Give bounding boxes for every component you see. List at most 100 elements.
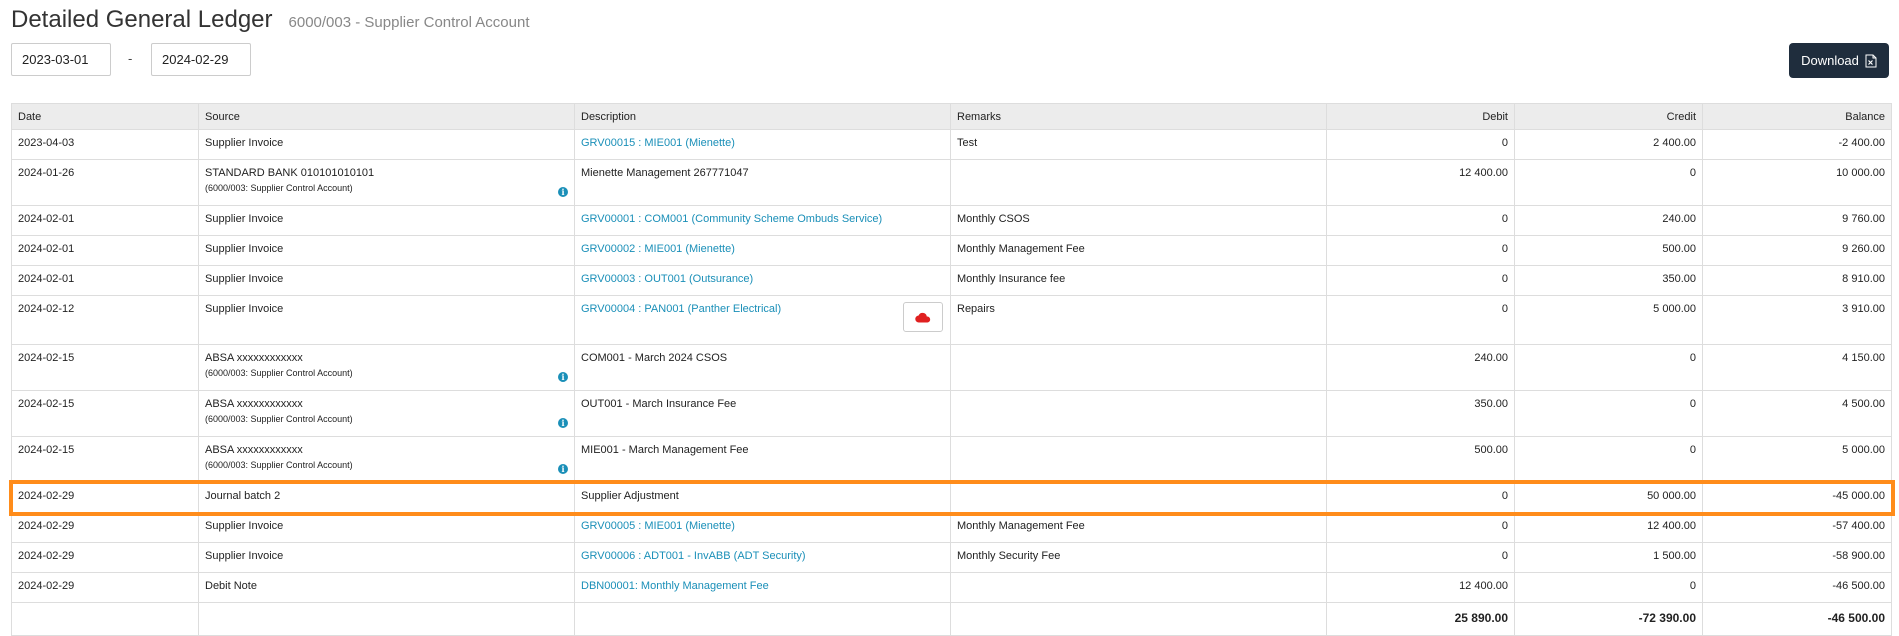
col-header-date: Date xyxy=(11,103,199,130)
info-icon[interactable]: i xyxy=(558,372,568,382)
cell-credit: 500.00 xyxy=(1514,235,1703,266)
cell-description: GRV00001 : COM001 (Community Scheme Ombu… xyxy=(574,205,951,236)
cell-balance: 5 000.00 xyxy=(1702,436,1892,483)
cell-description: DBN00001: Monthly Management Fee xyxy=(574,572,951,603)
col-header-remarks: Remarks xyxy=(950,103,1327,130)
table-row: 2024-02-15 ABSA xxxxxxxxxxxx (6000/003: … xyxy=(11,390,1892,437)
cell-source: ABSA xxxxxxxxxxxx (6000/003: Supplier Co… xyxy=(198,344,575,391)
cell-description: GRV00015 : MIE001 (Mienette) xyxy=(574,129,951,160)
cell-source: Supplier Invoice xyxy=(198,295,575,345)
source-account: (6000/003: Supplier Control Account) xyxy=(205,183,353,193)
cell-remarks: Monthly Management Fee xyxy=(950,512,1327,543)
cell-date: 2024-02-01 xyxy=(11,265,199,296)
cell-debit: 240.00 xyxy=(1326,344,1515,391)
cell-remarks xyxy=(950,390,1327,437)
page-header: Detailed General Ledger 6000/003 - Suppl… xyxy=(11,6,530,40)
cell-remarks xyxy=(950,159,1327,206)
cell-description: GRV00006 : ADT001 - InvABB (ADT Security… xyxy=(574,542,951,573)
cell-description: GRV00002 : MIE001 (Mienette) xyxy=(574,235,951,266)
cell-description: Mienette Management 267771047 xyxy=(574,159,951,206)
cell-date: 2023-04-03 xyxy=(11,129,199,160)
table-row: 2024-02-29 Debit Note DBN00001: Monthly … xyxy=(11,572,1892,603)
cell-remarks xyxy=(950,572,1327,603)
source-account: (6000/003: Supplier Control Account) xyxy=(205,460,353,470)
cell-remarks xyxy=(950,436,1327,483)
info-icon[interactable]: i xyxy=(558,187,568,197)
table-row: 2024-01-26 STANDARD BANK 010101010101 (6… xyxy=(11,159,1892,206)
download-button[interactable]: Download xyxy=(1789,43,1889,78)
grv-link[interactable]: GRV00002 : MIE001 (Mienette) xyxy=(581,243,735,255)
cell-date: 2024-02-29 xyxy=(11,482,199,513)
cell-description: MIE001 - March Management Fee xyxy=(574,436,951,483)
table-row: 2024-02-29 Supplier Invoice GRV00006 : A… xyxy=(11,542,1892,573)
cell-credit: 1 500.00 xyxy=(1514,542,1703,573)
cell-date: 2024-02-29 xyxy=(11,542,199,573)
cell-remarks: Monthly Management Fee xyxy=(950,235,1327,266)
cell-source: Journal batch 2 xyxy=(198,482,575,513)
cell-credit: 0 xyxy=(1514,344,1703,391)
col-header-source: Source xyxy=(198,103,575,130)
cloud-attachment-button[interactable] xyxy=(903,302,943,332)
cell-credit: 0 xyxy=(1514,572,1703,603)
cell-date: 2024-02-29 xyxy=(11,572,199,603)
source-name: ABSA xxxxxxxxxxxx xyxy=(205,398,303,410)
date-separator: - xyxy=(128,51,133,66)
cell-debit: 0 xyxy=(1326,205,1515,236)
cell-description: GRV00004 : PAN001 (Panther Electrical) xyxy=(574,295,951,345)
cell-credit: 0 xyxy=(1514,436,1703,483)
page-subtitle: 6000/003 - Supplier Control Account xyxy=(288,14,530,31)
table-header-row: Date Source Description Remarks Debit Cr… xyxy=(11,103,1892,130)
cell-source: ABSA xxxxxxxxxxxx (6000/003: Supplier Co… xyxy=(198,436,575,483)
cell-credit: 0 xyxy=(1514,159,1703,206)
table-row: 2024-02-01 Supplier Invoice GRV00001 : C… xyxy=(11,205,1892,236)
col-header-credit: Credit xyxy=(1514,103,1703,130)
cell-balance: 9 760.00 xyxy=(1702,205,1892,236)
cell-description: GRV00003 : OUT001 (Outsurance) xyxy=(574,265,951,296)
cell-debit: 12 400.00 xyxy=(1326,572,1515,603)
cell-debit: 0 xyxy=(1326,129,1515,160)
cell-date: 2024-02-15 xyxy=(11,344,199,391)
cell-credit: 240.00 xyxy=(1514,205,1703,236)
col-header-balance: Balance xyxy=(1702,103,1892,130)
debit-note-link[interactable]: DBN00001: Monthly Management Fee xyxy=(581,580,769,592)
cell-balance: 10 000.00 xyxy=(1702,159,1892,206)
cell-remarks: Repairs xyxy=(950,295,1327,345)
table-row: 2024-02-15 ABSA xxxxxxxxxxxx (6000/003: … xyxy=(11,344,1892,391)
cell-credit: 2 400.00 xyxy=(1514,129,1703,160)
table-row: 2024-02-01 Supplier Invoice GRV00002 : M… xyxy=(11,235,1892,266)
cell-balance: 4 150.00 xyxy=(1702,344,1892,391)
cell-debit: 0 xyxy=(1326,482,1515,513)
grv-link[interactable]: GRV00003 : OUT001 (Outsurance) xyxy=(581,273,753,285)
cell-date: 2024-02-12 xyxy=(11,295,199,345)
cell-source: Supplier Invoice xyxy=(198,129,575,160)
cell-debit: 12 400.00 xyxy=(1326,159,1515,206)
grv-link[interactable]: GRV00006 : ADT001 - InvABB (ADT Security… xyxy=(581,550,806,562)
grv-link[interactable]: GRV00004 : PAN001 (Panther Electrical) xyxy=(581,303,781,315)
table-row: 2024-02-12 Supplier Invoice GRV00004 : P… xyxy=(11,295,1892,345)
date-from-input[interactable] xyxy=(11,43,111,76)
grv-link[interactable]: GRV00001 : COM001 (Community Scheme Ombu… xyxy=(581,213,882,225)
cell-debit: 0 xyxy=(1326,265,1515,296)
cell-debit: 500.00 xyxy=(1326,436,1515,483)
date-to-input[interactable] xyxy=(151,43,251,76)
info-icon[interactable]: i xyxy=(558,418,568,428)
cell-balance: 3 910.00 xyxy=(1702,295,1892,345)
download-label: Download xyxy=(1801,53,1859,68)
grv-link[interactable]: GRV00005 : MIE001 (Mienette) xyxy=(581,520,735,532)
totals-row: 25 890.00 -72 390.00 -46 500.00 xyxy=(11,602,1892,636)
table-row: 2023-04-03 Supplier Invoice GRV00015 : M… xyxy=(11,129,1892,160)
cell-remarks: Monthly Insurance fee xyxy=(950,265,1327,296)
cell-credit: 5 000.00 xyxy=(1514,295,1703,345)
col-header-description: Description xyxy=(574,103,951,130)
info-icon[interactable]: i xyxy=(558,464,568,474)
cell-source: ABSA xxxxxxxxxxxx (6000/003: Supplier Co… xyxy=(198,390,575,437)
grv-link[interactable]: GRV00015 : MIE001 (Mienette) xyxy=(581,137,735,149)
cell-balance: 9 260.00 xyxy=(1702,235,1892,266)
ledger-table: Date Source Description Remarks Debit Cr… xyxy=(8,103,1895,636)
cell-date: 2024-02-01 xyxy=(11,205,199,236)
cell-description: OUT001 - March Insurance Fee xyxy=(574,390,951,437)
cell-debit: 350.00 xyxy=(1326,390,1515,437)
cell-credit: 50 000.00 xyxy=(1514,482,1703,513)
cell-source: Supplier Invoice xyxy=(198,512,575,543)
source-account: (6000/003: Supplier Control Account) xyxy=(205,368,353,378)
